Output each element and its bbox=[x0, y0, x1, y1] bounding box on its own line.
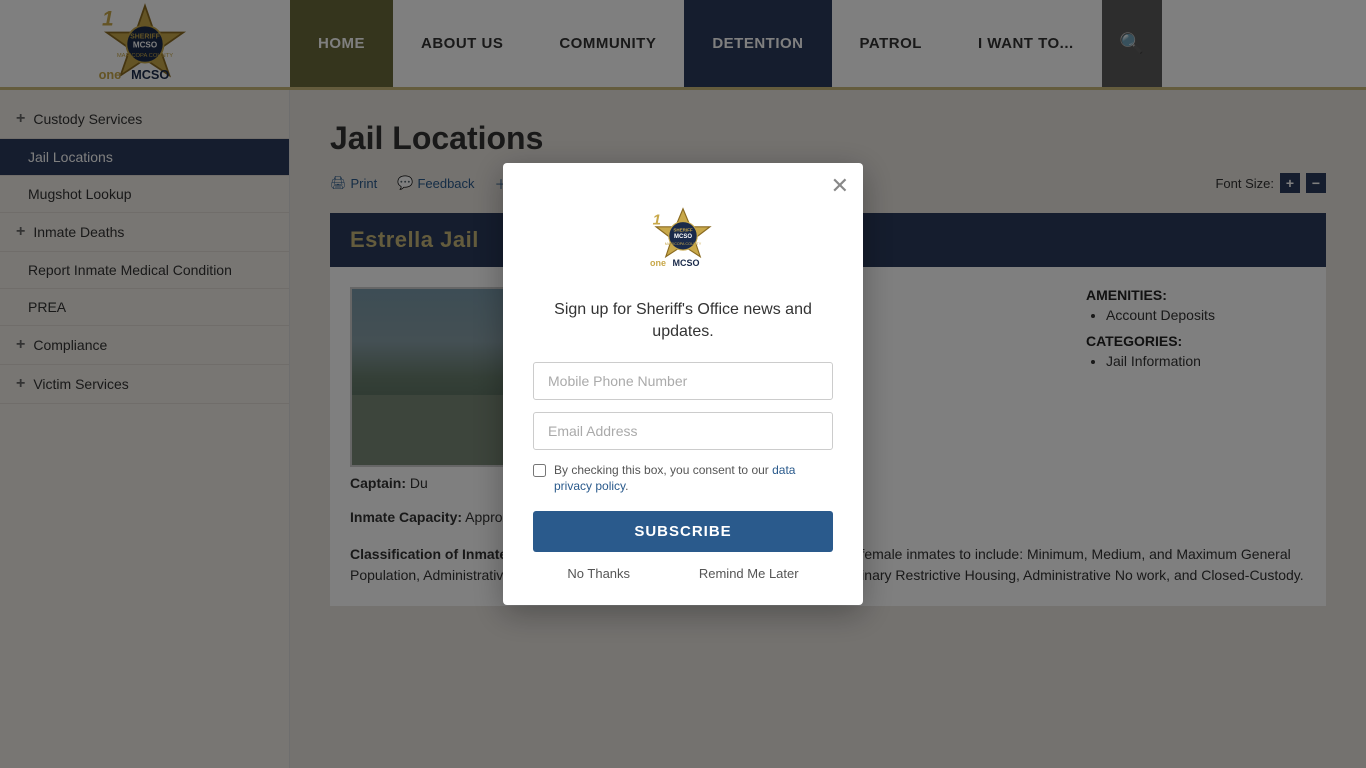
remind-me-link[interactable]: Remind Me Later bbox=[699, 566, 799, 581]
consent-checkbox-group: By checking this box, you consent to our… bbox=[533, 462, 833, 496]
modal-title: Sign up for Sheriff's Office news and up… bbox=[533, 299, 833, 344]
modal-overlay[interactable]: ✕ SHERIFF MCSO MARICOPA COUNTY 1 one MCS… bbox=[0, 0, 1366, 768]
modal-close-button[interactable]: ✕ bbox=[831, 175, 849, 197]
no-thanks-link[interactable]: No Thanks bbox=[567, 566, 630, 581]
svg-text:MCSO: MCSO bbox=[673, 258, 700, 268]
modal-logo-badge: SHERIFF MCSO MARICOPA COUNTY 1 one MCSO bbox=[638, 193, 728, 283]
svg-text:SHERIFF: SHERIFF bbox=[673, 227, 693, 232]
svg-text:one: one bbox=[650, 258, 666, 268]
svg-text:MARICOPA COUNTY: MARICOPA COUNTY bbox=[665, 242, 702, 246]
svg-text:MCSO: MCSO bbox=[674, 234, 692, 240]
email-input[interactable] bbox=[533, 412, 833, 450]
modal-logo: SHERIFF MCSO MARICOPA COUNTY 1 one MCSO bbox=[533, 193, 833, 283]
modal-footer: No Thanks Remind Me Later bbox=[533, 566, 833, 581]
svg-text:1: 1 bbox=[653, 211, 661, 228]
consent-checkbox[interactable] bbox=[533, 464, 546, 477]
subscribe-button[interactable]: SUBSCRIBE bbox=[533, 511, 833, 552]
phone-input[interactable] bbox=[533, 362, 833, 400]
subscribe-modal: ✕ SHERIFF MCSO MARICOPA COUNTY 1 one MCS… bbox=[503, 163, 863, 605]
consent-text: By checking this box, you consent to our… bbox=[554, 462, 833, 496]
